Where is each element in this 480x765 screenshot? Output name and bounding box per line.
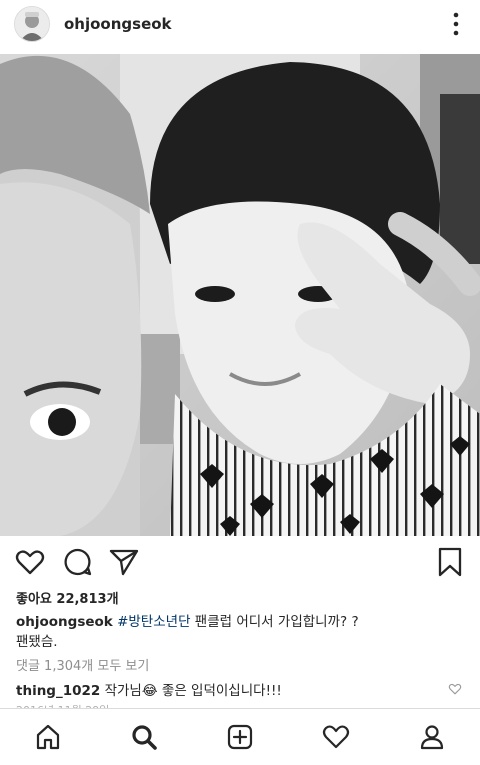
nav-new-post[interactable] [192,709,288,765]
share-icon[interactable] [108,546,140,578]
add-post-icon[interactable] [226,723,254,751]
caption-text-line2: 팬됐슴. [16,634,58,650]
bottom-navigation [0,708,480,765]
search-icon[interactable] [130,723,158,751]
comment-item: thing_1022 작가님😂 좋은 입덕이십니다!!! [16,679,282,699]
nav-search[interactable] [96,709,192,765]
bookmark-icon[interactable] [434,546,466,578]
nav-home[interactable] [0,709,96,765]
post-username[interactable]: ohjoongseok [64,15,172,33]
nav-activity[interactable] [288,709,384,765]
caption-hashtag[interactable]: #방탄소년단 [117,614,190,630]
view-all-comments-link[interactable]: 댓글 1,304개 모두 보기 [16,655,149,674]
post-header: ohjoongseok [0,0,480,48]
more-vertical-icon[interactable] [452,12,460,36]
comment-heart-icon[interactable] [448,682,462,696]
caption-text: 팬클럽 어디서 가입합니까? ? [190,614,359,630]
heart-icon[interactable] [14,546,46,578]
avatar[interactable] [14,6,50,42]
nav-profile[interactable] [384,709,480,765]
home-icon[interactable] [34,723,62,751]
comment-username[interactable]: thing_1022 [16,683,100,699]
caption-username[interactable]: ohjoongseok [16,614,113,630]
comment-icon[interactable] [62,546,94,578]
post-caption: ohjoongseok #방탄소년단 팬클럽 어디서 가입합니까? ? 팬됐슴. [16,612,456,652]
profile-icon[interactable] [418,723,446,751]
likes-count[interactable]: 좋아요 22,813개 [16,588,119,607]
comment-text: 작가님😂 좋은 입덕이십니다!!! [100,683,282,699]
post-actions [0,540,480,584]
post-photo[interactable] [0,54,480,536]
activity-heart-icon[interactable] [322,723,350,751]
